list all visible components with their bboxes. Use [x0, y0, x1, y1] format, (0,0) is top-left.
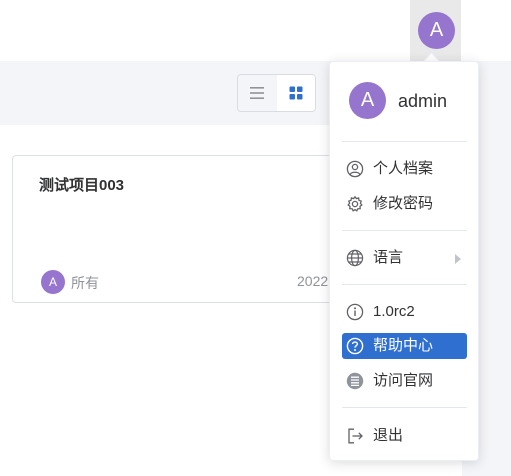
menu-item-help-center[interactable]: 帮助中心 [342, 333, 467, 359]
menu-item-change-password[interactable]: 修改密码 [342, 191, 467, 217]
dropdown-avatar: A [349, 82, 386, 119]
globe-icon [346, 249, 364, 267]
dropdown-username: admin [398, 91, 448, 111]
menu-item-logout[interactable]: 退出 [342, 423, 467, 449]
dropdown-divider [342, 407, 467, 408]
gear-icon [347, 195, 363, 212]
help-icon [346, 337, 364, 355]
dropdown-divider [342, 141, 467, 142]
chevron-right-icon [455, 254, 461, 264]
owner-label: 所有 [71, 275, 99, 291]
menu-item-label: 退出 [373, 427, 404, 444]
avatar[interactable]: A [418, 12, 455, 49]
dropdown-divider [342, 284, 467, 285]
dropdown-divider [342, 230, 467, 231]
grid-icon [289, 86, 303, 100]
menu-item-label: 语言 [373, 249, 404, 266]
menu-item-website[interactable]: 访问官网 [342, 368, 467, 394]
info-icon [346, 303, 364, 321]
user-menu-trigger[interactable]: A [410, 0, 461, 61]
view-toggle [237, 74, 316, 112]
list-icon [250, 87, 264, 99]
list-view-button[interactable] [238, 75, 278, 111]
owner-avatar: A [41, 270, 65, 294]
project-title[interactable]: 测试项目003 [39, 174, 124, 195]
grid-view-button[interactable] [277, 75, 315, 111]
logout-icon [348, 428, 363, 444]
menu-item-label: 访问官网 [373, 372, 434, 389]
top-header: A [0, 0, 511, 61]
user-dropdown-menu: A admin 个人档案 修改密码 语言 1.0rc2 帮助中心 访问官网 退出 [329, 61, 479, 461]
menu-item-version[interactable]: 1.0rc2 [342, 299, 467, 325]
menu-item-label: 1.0rc2 [373, 303, 415, 320]
menu-item-label: 修改密码 [373, 195, 434, 212]
website-logo-icon [346, 372, 364, 390]
user-circle-icon [346, 160, 364, 178]
menu-item-language[interactable]: 语言 [342, 245, 467, 271]
menu-item-profile[interactable]: 个人档案 [342, 156, 467, 182]
menu-item-label: 个人档案 [373, 160, 434, 177]
menu-item-label: 帮助中心 [373, 337, 434, 354]
project-date: 2022 [297, 273, 329, 289]
